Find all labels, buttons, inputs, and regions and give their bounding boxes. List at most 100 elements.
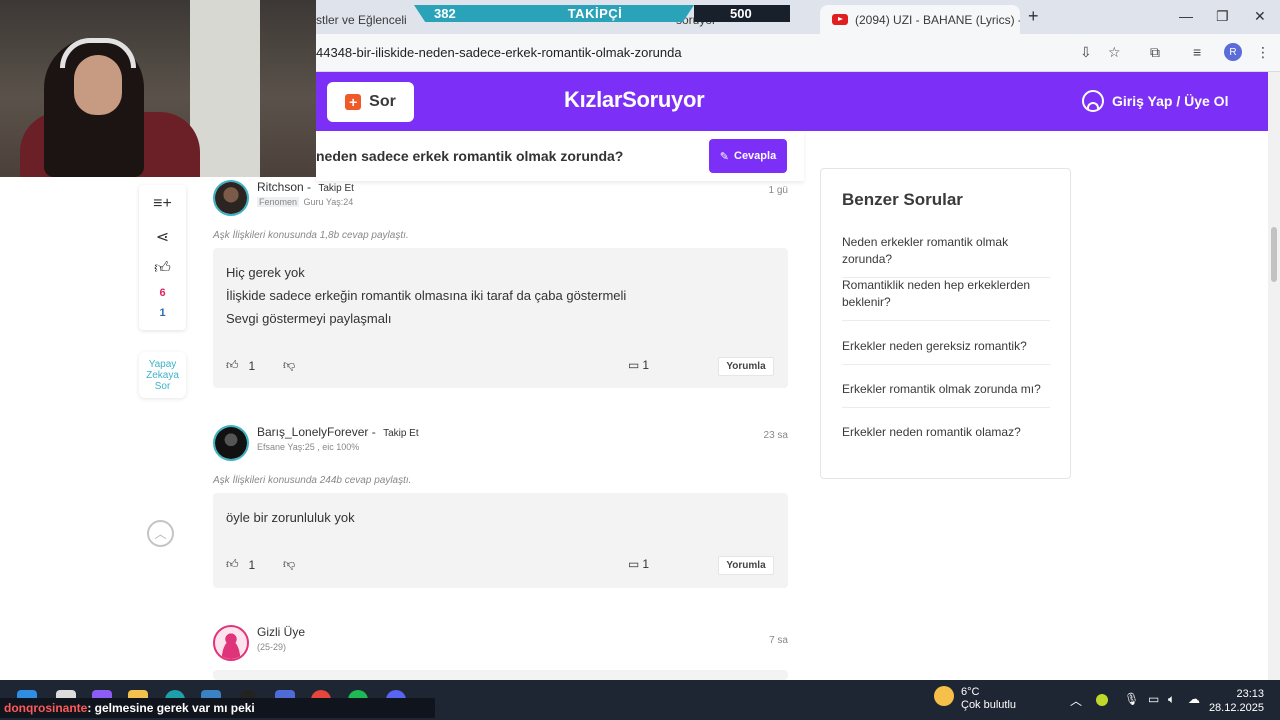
site-logo[interactable]: KızlarSoruyor xyxy=(564,87,705,113)
page-scrollbar[interactable] xyxy=(1268,72,1280,680)
answer-line: öyle bir zorunluluk yok xyxy=(226,510,355,525)
user-meta: Fenomen Guru Yaş:24 xyxy=(257,197,353,207)
tray-chevron-icon[interactable]: ︿ xyxy=(1070,692,1082,709)
comment-icon: ▭ xyxy=(628,557,640,571)
answer-time: 23 sa xyxy=(763,430,788,441)
install-icon[interactable]: ⇩ xyxy=(1080,44,1092,61)
thumbs-up-icon[interactable]: 👍︎ xyxy=(139,259,186,278)
follower-goal-bar: 382 TAKİPÇİ xyxy=(414,5,694,22)
scrollbar-thumb[interactable] xyxy=(1271,227,1277,282)
username-text[interactable]: Barış_LonelyForever xyxy=(257,425,368,439)
follow-link[interactable]: Takip Et xyxy=(318,183,354,194)
follower-label: TAKİPÇİ xyxy=(567,6,623,21)
plus-icon: + xyxy=(345,94,362,110)
similar-question-link[interactable]: Erkekler romantik olmak zorunda mı? xyxy=(842,381,1050,408)
tab-label: (2094) UZI - BAHANE (Lyrics) - xyxy=(855,12,1020,27)
follow-link[interactable]: Takip Et xyxy=(383,428,419,439)
action-rail: ≡+ ⋖ 👍︎ 6 1 xyxy=(139,185,186,330)
thumbs-down-icon[interactable]: 👎︎ xyxy=(283,557,295,572)
ask-button[interactable]: + Sor xyxy=(327,82,414,122)
menu-kebab-icon[interactable]: ⋮ xyxy=(1256,44,1270,61)
clock-time: 23:13 xyxy=(1236,688,1264,700)
bookmark-star-icon[interactable]: ☆ xyxy=(1108,44,1121,61)
avatar[interactable] xyxy=(213,425,249,461)
anonymous-user-icon xyxy=(213,625,249,661)
username-text[interactable]: Ritchson xyxy=(257,180,304,194)
user-icon xyxy=(1082,90,1104,112)
like-count: 1 xyxy=(248,358,256,373)
answer-button-label: Cevapla xyxy=(734,150,777,162)
avatar[interactable] xyxy=(213,180,249,216)
media-icon[interactable]: ≡ xyxy=(1193,44,1201,60)
stream-chat-message: donqrosinante: gelmesine gerek var mı pe… xyxy=(0,698,435,718)
thumbs-up-icon: 👍︎ xyxy=(226,557,239,571)
minimize-icon[interactable]: — xyxy=(1179,8,1193,24)
battery-icon[interactable]: ☁ xyxy=(1188,692,1200,706)
shared-count-text: Aşk İlişkileri konusunda 244b cevap payl… xyxy=(213,475,412,486)
rank-badge: Fenomen xyxy=(257,197,300,207)
chat-text: : gelmesine gerek var mı peki xyxy=(87,701,255,715)
answer-actions: 👍︎ 1 👎︎ ▭ 1 Yorumla xyxy=(226,556,774,577)
share-count: 1 xyxy=(159,307,166,319)
comment-count[interactable]: ▭ 1 xyxy=(628,557,649,571)
like-button[interactable]: 👍︎ 1 xyxy=(226,358,255,373)
similar-question-link[interactable]: Romantiklik neden hep erkeklerden beklen… xyxy=(842,277,1050,321)
similar-question-link[interactable]: Erkekler neden romantik olamaz? xyxy=(842,424,1050,450)
follower-target: 500 xyxy=(694,5,790,22)
answer-body xyxy=(213,670,788,680)
answer-body: öyle bir zorunluluk yok 👍︎ 1 👎︎ ▭ 1 Yoru… xyxy=(213,493,788,588)
pencil-icon: ✎ xyxy=(719,150,729,163)
similar-questions-panel: Benzer Sorular Neden erkekler romantik o… xyxy=(820,168,1071,479)
thumbs-up-icon: 👍︎ xyxy=(226,358,239,372)
webcam-background xyxy=(190,0,260,177)
share-icon[interactable]: ⋖ xyxy=(139,227,186,247)
comment-button[interactable]: Yorumla xyxy=(718,556,774,575)
similar-question-link[interactable]: Neden erkekler romantik olmak zorunda? xyxy=(842,234,1050,278)
comment-count[interactable]: ▭ 1 xyxy=(628,358,649,372)
volume-icon[interactable]: 🔈︎ xyxy=(1168,692,1175,707)
clock-date: 28.12.2025 xyxy=(1208,702,1264,714)
weather-icon xyxy=(934,686,954,706)
question-title: neden sadece erkek romantik olmak zorund… xyxy=(316,148,624,164)
microphone-icon[interactable]: 🎙︎ xyxy=(1124,692,1139,706)
network-icon[interactable]: ▭ xyxy=(1148,692,1159,706)
new-tab-icon[interactable]: + xyxy=(1028,6,1039,27)
profile-avatar[interactable]: R xyxy=(1224,43,1242,61)
close-window-icon[interactable]: ✕ xyxy=(1254,8,1266,25)
thumbs-down-icon[interactable]: 👎︎ xyxy=(283,358,295,373)
like-button[interactable]: 👍︎ 1 xyxy=(226,557,255,572)
extensions-icon[interactable]: ⧉ xyxy=(1150,44,1160,61)
username[interactable]: Ritchson - Takip Et xyxy=(257,180,354,194)
follower-count: 382 xyxy=(434,6,456,21)
webcam-overlay xyxy=(0,0,316,177)
browser-tab-active[interactable]: (2094) UZI - BAHANE (Lyrics) - ✕ xyxy=(820,5,1020,34)
clock[interactable]: 23:13 28.12.2025 xyxy=(1208,687,1264,715)
chat-username: donqrosinante xyxy=(4,701,88,715)
user-meta: Efsane Yaş:25 , eic 100% xyxy=(257,442,360,452)
comment-icon: ▭ xyxy=(628,358,640,372)
username[interactable]: Barış_LonelyForever - Takip Et xyxy=(257,425,419,439)
answer-button[interactable]: ✎ Cevapla xyxy=(709,139,787,173)
browser-tab[interactable]: stler ve Eğlenceli xyxy=(316,5,416,34)
answer-time: 7 sa xyxy=(769,635,788,646)
tray-app-icon[interactable] xyxy=(1096,694,1108,706)
similar-questions-title: Benzer Sorular xyxy=(842,190,963,209)
ask-ai-button[interactable]: Yapay Zekaya Sor xyxy=(139,352,186,398)
scroll-up-icon[interactable]: ︿ xyxy=(147,520,174,547)
similar-question-link[interactable]: Erkekler neden gereksiz romantik? xyxy=(842,338,1050,365)
maximize-icon[interactable]: ❐ xyxy=(1216,8,1229,25)
answer-body: Hiç gerek yok İlişkide sadece erkeğin ro… xyxy=(213,248,788,388)
question-bar: neden sadece erkek romantik olmak zorund… xyxy=(316,131,804,181)
tab-label: stler ve Eğlenceli xyxy=(316,12,407,27)
youtube-icon xyxy=(832,14,848,25)
answer-line: İlişkide sadece erkeğin romantik olmasın… xyxy=(226,288,627,303)
temperature: 6°C xyxy=(961,686,980,698)
answer-time: 1 gü xyxy=(768,185,788,196)
login-label: Giriş Yap / Üye Ol xyxy=(1112,93,1229,109)
like-count: 6 xyxy=(159,287,166,299)
answer-actions: 👍︎ 1 👎︎ ▭ 1 Yorumla xyxy=(226,357,774,378)
add-to-list-icon[interactable]: ≡+ xyxy=(139,195,186,213)
comment-button[interactable]: Yorumla xyxy=(718,357,774,376)
url-text[interactable]: 44348-bir-iliskide-neden-sadece-erkek-ro… xyxy=(316,45,682,60)
login-link[interactable]: Giriş Yap / Üye Ol xyxy=(1082,90,1228,112)
